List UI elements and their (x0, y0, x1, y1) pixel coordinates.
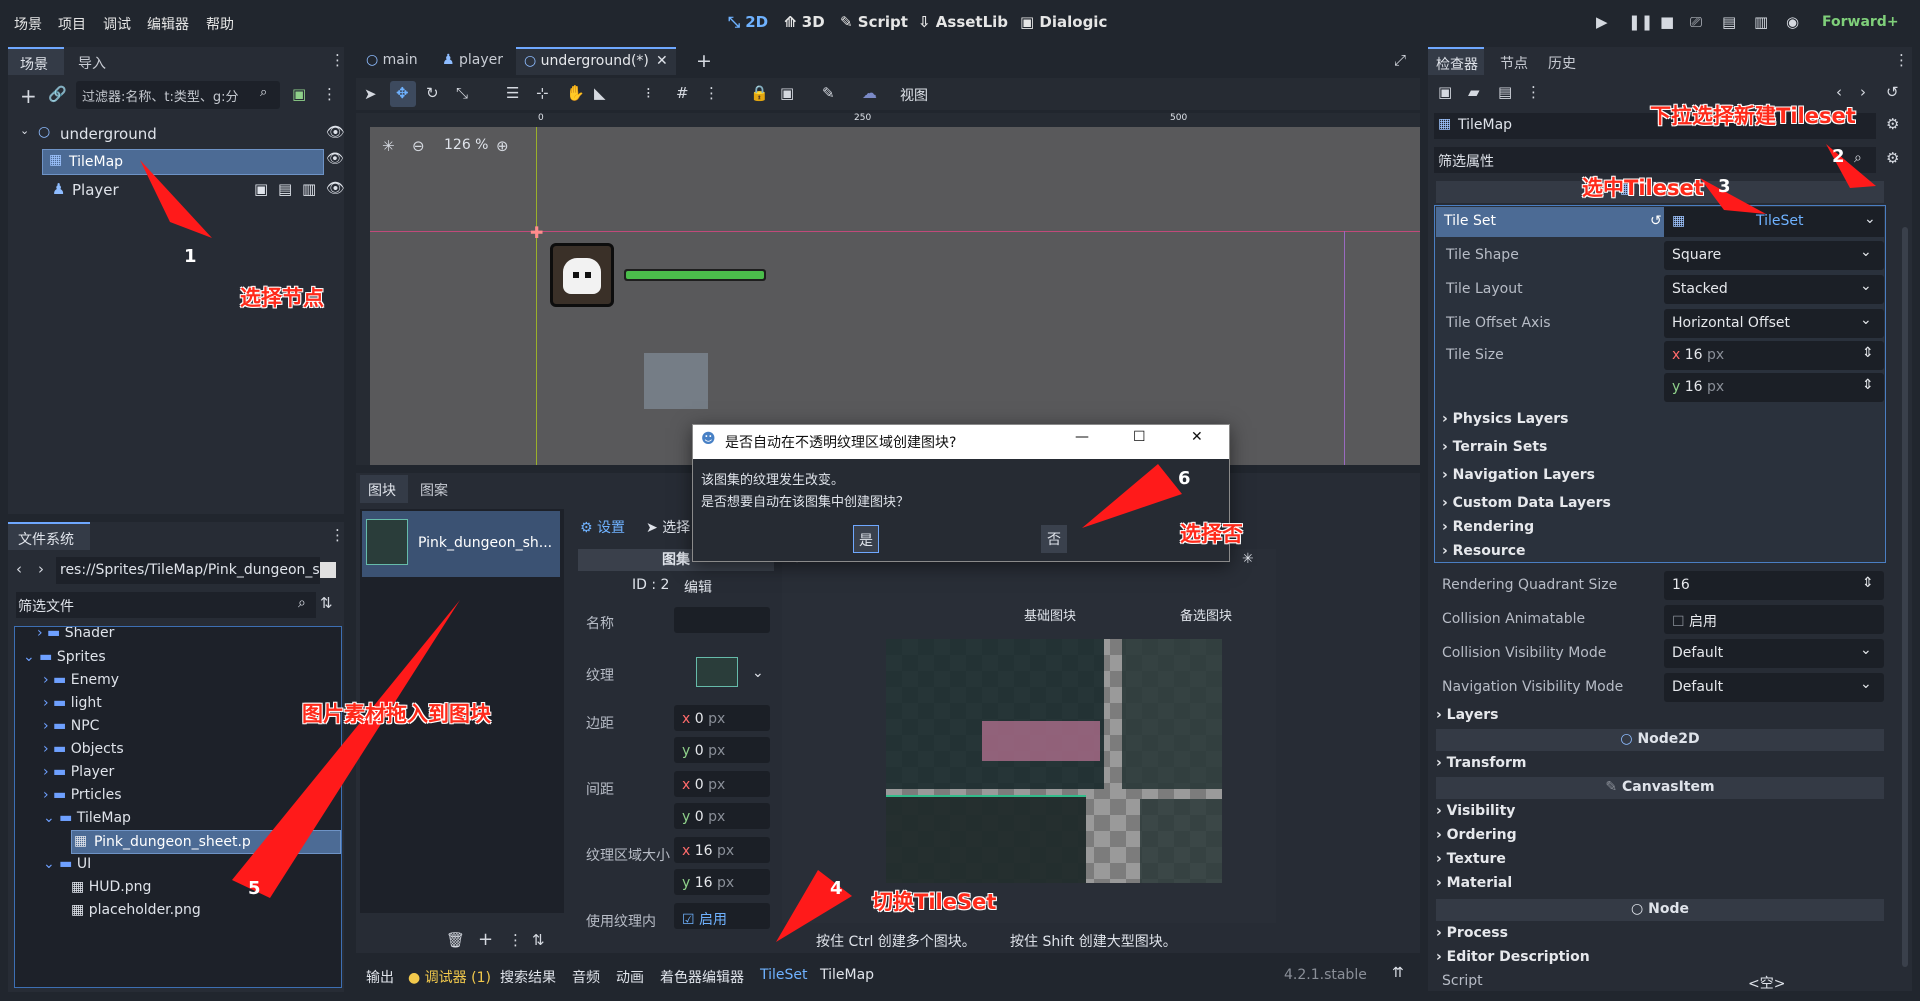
annotation-number-2: 2 (1832, 146, 1845, 167)
annotation-select-node: 选择节点 (240, 286, 324, 310)
annotation-select-tileset: 选中Tileset (1582, 176, 1704, 200)
annotation-arrow-1 (140, 160, 212, 238)
annotation-number-1: 1 (184, 246, 197, 267)
annotation-number-6: 6 (1178, 468, 1191, 489)
annotation-number-3: 3 (1718, 176, 1731, 197)
annotation-arrow-3 (1700, 178, 1766, 214)
annotation-arrow-6 (1082, 464, 1182, 528)
annotation-number-5: 5 (248, 878, 261, 899)
annotation-drag-image: 图片素材拖入到图块 (302, 702, 491, 726)
annotation-overlay (140, 144, 1876, 942)
annotation-number-4: 4 (830, 878, 843, 899)
annotation-choose-no: 选择否 (1180, 522, 1243, 546)
annotation-arrow-5 (232, 600, 460, 898)
annotation-dropdown-new-tileset: 下拉选择新建Tileset (1650, 104, 1856, 128)
annotation-switch-tileset: 切换TileSet (872, 890, 997, 914)
